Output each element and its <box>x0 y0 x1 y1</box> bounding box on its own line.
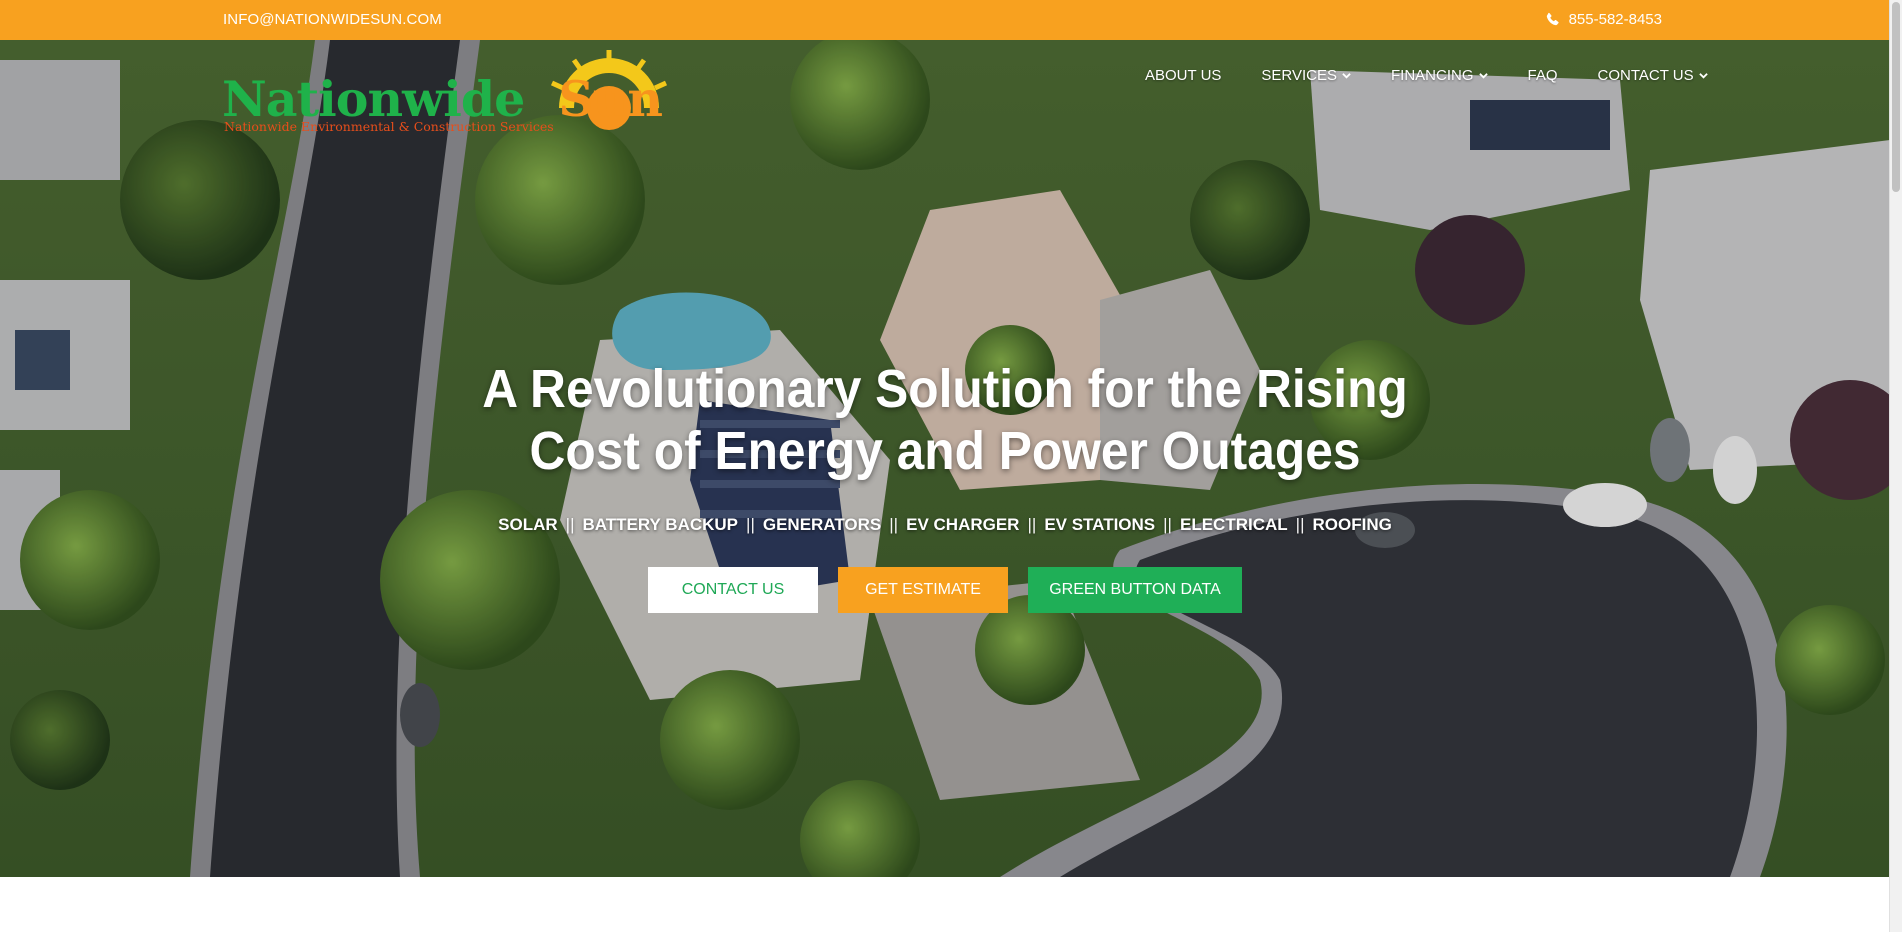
nav-label: ABOUT US <box>1145 67 1222 84</box>
main-navigation: ABOUT US SERVICES FINANCING FAQ CONTACT … <box>1145 67 1708 84</box>
hero-headline: A Revolutionary Solution for the Rising … <box>76 358 1815 482</box>
email-link[interactable]: INFO@NATIONWIDESUN.COM <box>223 11 442 28</box>
separator: || <box>1163 515 1172 534</box>
nav-label: SERVICES <box>1261 67 1337 84</box>
site-logo[interactable]: Nationwide Sun Nationwide Environmental &… <box>222 48 702 138</box>
service-battery-backup: BATTERY BACKUP <box>582 515 739 534</box>
hero-cta-group: CONTACT US GET ESTIMATE GREEN BUTTON DAT… <box>0 567 1890 613</box>
chevron-down-icon <box>1478 73 1488 79</box>
hero-headline-line1: A Revolutionary Solution for the Rising <box>482 359 1408 419</box>
page-scrollbar[interactable] <box>1889 0 1902 932</box>
nav-label: FAQ <box>1527 67 1558 84</box>
separator: || <box>889 515 899 534</box>
chevron-down-icon <box>1342 73 1351 79</box>
service-electrical: ELECTRICAL <box>1179 515 1288 534</box>
service-roofing: ROOFING <box>1312 515 1392 534</box>
get-estimate-button[interactable]: GET ESTIMATE <box>838 567 1008 613</box>
separator: || <box>1295 515 1305 534</box>
top-contact-bar: INFO@NATIONWIDESUN.COM 855-582-8453 <box>0 0 1890 40</box>
contact-us-button[interactable]: CONTACT US <box>648 567 818 613</box>
hero-headline-line2: Cost of Energy and Power Outages <box>529 421 1361 481</box>
phone-icon <box>1546 12 1559 26</box>
service-ev-stations: EV STATIONS <box>1044 515 1156 534</box>
nav-item-services[interactable]: SERVICES <box>1261 67 1351 84</box>
service-solar: SOLAR <box>498 515 558 534</box>
chevron-down-icon <box>1698 73 1708 79</box>
phone-number: 855-582-8453 <box>1568 11 1662 28</box>
service-ev-charger: EV CHARGER <box>906 515 1020 534</box>
nav-item-faq[interactable]: FAQ <box>1528 67 1558 84</box>
separator: || <box>565 515 575 534</box>
phone-link[interactable]: 855-582-8453 <box>1545 11 1662 28</box>
scrollbar-thumb[interactable] <box>1892 2 1900 192</box>
nav-item-about-us[interactable]: ABOUT US <box>1145 67 1221 84</box>
nav-label: CONTACT US <box>1597 67 1694 84</box>
logo-tagline: Nationwide Environmental & Construction … <box>224 119 554 134</box>
separator: || <box>1027 515 1037 534</box>
nav-item-financing[interactable]: FINANCING <box>1391 67 1488 84</box>
nav-item-contact-us[interactable]: CONTACT US <box>1598 67 1708 84</box>
hero-section: Nationwide Sun Nationwide Environmental &… <box>0 40 1890 877</box>
green-button-data-button[interactable]: GREEN BUTTON DATA <box>1028 567 1242 613</box>
services-list: SOLAR || BATTERY BACKUP || GENERATORS || EV CH… <box>0 515 1890 535</box>
service-generators: GENERATORS <box>762 515 882 534</box>
nav-label: FINANCING <box>1391 67 1474 84</box>
separator: || <box>746 515 755 534</box>
logo-word-sun: Sun <box>558 70 663 128</box>
